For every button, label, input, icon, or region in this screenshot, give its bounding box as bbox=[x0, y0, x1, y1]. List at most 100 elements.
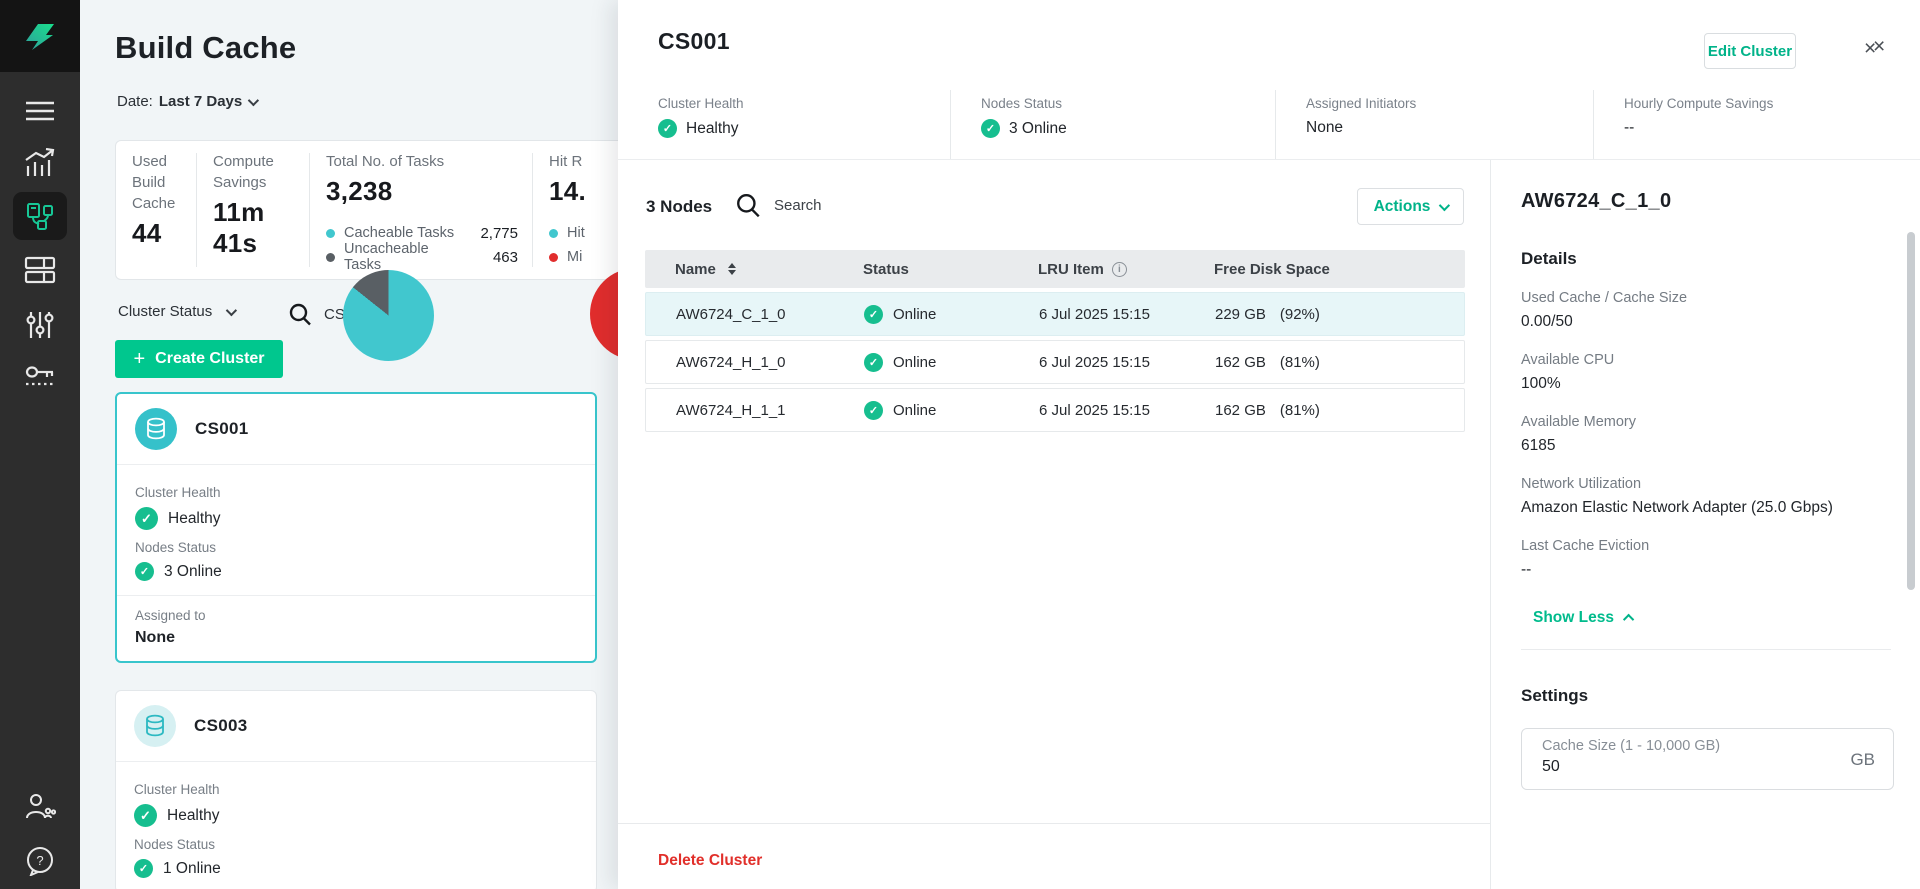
cluster-name: CS001 bbox=[195, 419, 248, 439]
summary-value: Healthy bbox=[686, 120, 739, 138]
disk-value: 162 GB bbox=[1215, 402, 1266, 419]
create-cluster-button[interactable]: + Create Cluster bbox=[115, 340, 283, 378]
stat-label: Total No. of Tasks bbox=[326, 151, 518, 172]
stat-label: Hit R bbox=[549, 151, 619, 172]
legend-value: 2,775 bbox=[454, 225, 518, 242]
node-search-input[interactable] bbox=[774, 197, 954, 214]
scrollbar-thumb[interactable] bbox=[1907, 232, 1915, 590]
search-icon bbox=[735, 192, 762, 219]
hit-rate-legend: Hit Mi bbox=[549, 221, 619, 269]
legend-dot-teal bbox=[326, 229, 335, 238]
cluster-card-header: CS003 bbox=[116, 691, 596, 762]
user-management-icon[interactable] bbox=[0, 792, 80, 822]
assigned-to-value: None bbox=[135, 629, 577, 647]
cluster-card-body: Cluster Health ✓ Healthy Nodes Status ✓ … bbox=[116, 762, 596, 889]
cache-size-value: 50 bbox=[1542, 758, 1877, 776]
summary-nodes-status: Nodes Status ✓ 3 Online bbox=[950, 90, 1275, 159]
node-lru: 6 Jul 2025 15:15 bbox=[1011, 354, 1189, 371]
nodes-status-label: Nodes Status bbox=[134, 837, 578, 852]
show-less-link[interactable]: Show Less bbox=[1533, 609, 1920, 627]
status-text: Online bbox=[893, 354, 936, 371]
column-header-status: Status bbox=[835, 261, 1010, 278]
edit-cluster-button[interactable]: Edit Cluster bbox=[1704, 33, 1796, 69]
hamburger-menu-icon[interactable] bbox=[0, 100, 80, 122]
actions-label: Actions bbox=[1374, 198, 1431, 216]
chevron-down-icon bbox=[248, 94, 259, 105]
sort-icon[interactable] bbox=[728, 263, 736, 275]
analytics-icon[interactable] bbox=[0, 148, 80, 178]
settings-sliders-icon[interactable] bbox=[0, 310, 80, 340]
create-cluster-label: Create Cluster bbox=[155, 350, 264, 368]
field-label: Available Memory bbox=[1521, 414, 1920, 430]
legend-dot-gray bbox=[326, 253, 335, 262]
cache-size-field[interactable]: Cache Size (1 - 10,000 GB) 50 GB bbox=[1521, 728, 1894, 790]
delete-cluster-button[interactable]: Delete Cluster bbox=[658, 852, 762, 870]
summary-label: Nodes Status bbox=[981, 96, 1275, 111]
help-icon[interactable]: ? bbox=[0, 846, 80, 876]
table-row-aw6724-h-1-1[interactable]: AW6724_H_1_1 ✓ Online 6 Jul 2025 15:15 1… bbox=[645, 388, 1465, 432]
search-icon bbox=[288, 302, 313, 327]
check-icon: ✓ bbox=[981, 119, 1000, 138]
app-logo[interactable] bbox=[0, 0, 80, 72]
column-header-name[interactable]: Name bbox=[645, 261, 835, 278]
node-name: AW6724_H_1_1 bbox=[646, 402, 836, 419]
check-icon: ✓ bbox=[134, 804, 157, 827]
sidebar-item-build-cache[interactable] bbox=[13, 192, 67, 240]
cluster-health-label: Cluster Health bbox=[134, 782, 578, 797]
date-filter-value: Last 7 Days bbox=[159, 93, 242, 110]
nodes-status-label: Nodes Status bbox=[135, 540, 577, 555]
column-header-disk: Free Disk Space bbox=[1188, 261, 1448, 278]
stat-value: 44 bbox=[132, 218, 182, 249]
legend-label: Cacheable Tasks bbox=[344, 225, 454, 241]
table-row-aw6724-h-1-0[interactable]: AW6724_H_1_0 ✓ Online 6 Jul 2025 15:15 1… bbox=[645, 340, 1465, 384]
cluster-card-cs003[interactable]: CS003 Cluster Health ✓ Healthy Nodes Sta… bbox=[115, 690, 597, 889]
summary-value: 3 Online bbox=[1009, 120, 1067, 138]
status-text: Online bbox=[893, 402, 936, 419]
summary-label: Hourly Compute Savings bbox=[1624, 96, 1920, 111]
nodes-status-value: 1 Online bbox=[163, 860, 221, 878]
legend-item: Hit bbox=[549, 221, 619, 245]
svg-text:?: ? bbox=[36, 853, 43, 868]
date-filter[interactable]: Date: Last 7 Days bbox=[117, 93, 256, 110]
summary-label: Assigned Initiators bbox=[1306, 96, 1593, 111]
node-disk: 229 GB (92%) bbox=[1189, 306, 1449, 323]
node-lru: 6 Jul 2025 15:15 bbox=[1011, 402, 1189, 419]
disk-percent: (81%) bbox=[1280, 402, 1320, 419]
dashboards-icon[interactable] bbox=[0, 256, 80, 284]
cluster-status-filter[interactable]: Cluster Status bbox=[118, 303, 234, 320]
detail-field-available-cpu: Available CPU 100% bbox=[1521, 352, 1920, 393]
legend-item: Mi bbox=[549, 245, 619, 269]
actions-button[interactable]: Actions bbox=[1357, 188, 1464, 225]
table-row-aw6724-c-1-0[interactable]: AW6724_C_1_0 ✓ Online 6 Jul 2025 15:15 2… bbox=[645, 292, 1465, 336]
nodes-status: ✓ 1 Online bbox=[134, 859, 578, 878]
nodes-status: ✓ 3 Online bbox=[135, 562, 577, 581]
column-header-lru: LRU Item i bbox=[1010, 261, 1188, 278]
info-icon[interactable]: i bbox=[1112, 262, 1127, 277]
node-status: ✓ Online bbox=[836, 305, 1011, 324]
cluster-detail-overlay: CS001 Edit Cluster × Cluster Health ✓ He… bbox=[618, 0, 1920, 889]
detail-field-network-utilization: Network Utilization Amazon Elastic Netwo… bbox=[1521, 476, 1920, 517]
stat-compute-savings: Compute Savings 11m 41s bbox=[197, 141, 309, 279]
legend-label: Hit bbox=[567, 225, 585, 241]
cluster-health-value: Healthy bbox=[168, 510, 221, 528]
stat-value: 3,238 bbox=[326, 176, 518, 207]
cluster-card-cs001[interactable]: CS001 Cluster Health ✓ Healthy Nodes Sta… bbox=[115, 392, 597, 663]
node-name: AW6724_C_1_0 bbox=[646, 306, 836, 323]
close-icon[interactable]: × bbox=[1873, 36, 1885, 57]
stat-used-build-cache: Used Build Cache 44 bbox=[116, 141, 196, 279]
page-title: Build Cache bbox=[115, 30, 296, 66]
node-status: ✓ Online bbox=[836, 401, 1011, 420]
column-label: Status bbox=[863, 261, 909, 278]
license-key-icon[interactable] bbox=[0, 362, 80, 390]
footer-divider bbox=[618, 823, 1490, 824]
field-label: Last Cache Eviction bbox=[1521, 538, 1920, 554]
date-filter-label: Date: bbox=[117, 93, 153, 110]
cluster-card-body: Cluster Health ✓ Healthy Nodes Status ✓ … bbox=[117, 465, 595, 595]
cluster-database-icon bbox=[135, 408, 177, 450]
cluster-summary-strip: Cluster Health ✓ Healthy Nodes Status ✓ … bbox=[618, 90, 1920, 160]
node-detail-panel: AW6724_C_1_0 Details Used Cache / Cache … bbox=[1490, 160, 1920, 889]
stat-value: 11m 41s bbox=[213, 197, 295, 259]
disk-percent: (92%) bbox=[1280, 306, 1320, 323]
chevron-down-icon bbox=[226, 304, 237, 315]
show-less-label: Show Less bbox=[1533, 609, 1614, 627]
